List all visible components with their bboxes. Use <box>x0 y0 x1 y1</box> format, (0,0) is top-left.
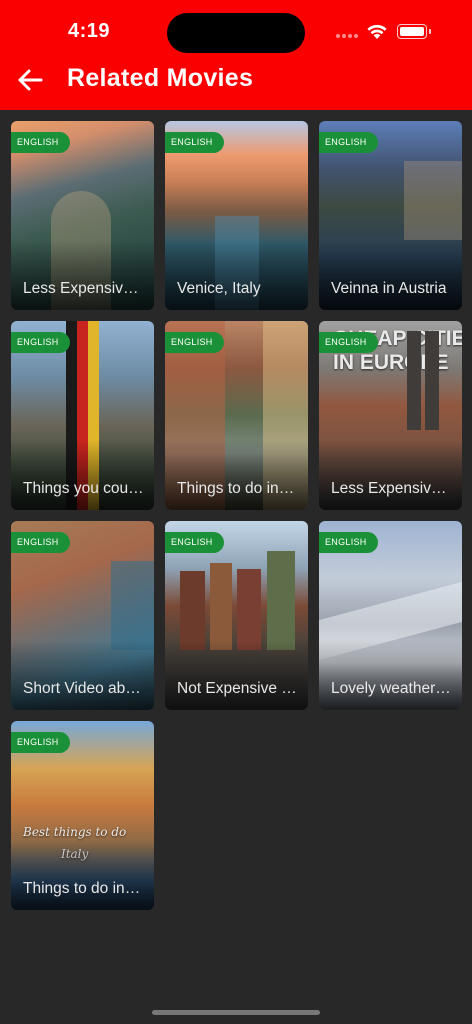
wifi-icon <box>367 24 387 39</box>
movie-title: Less Expensive cities in Europe <box>331 480 452 497</box>
movie-card[interactable]: ENGLISH Short Video about Europe <box>11 521 154 710</box>
movie-card[interactable]: ENGLISH Venice, Italy <box>165 121 308 310</box>
movie-card[interactable]: Best things to do Italy ENGLISH Things t… <box>11 721 154 910</box>
movie-card[interactable]: ENGLISH Things you could do in Germany <box>11 321 154 510</box>
language-badge: ENGLISH <box>165 332 224 353</box>
movie-title: Lovely weather in Europe <box>331 680 452 697</box>
language-badge: ENGLISH <box>11 332 70 353</box>
cellular-signal-icon <box>336 34 358 38</box>
language-badge: ENGLISH <box>11 132 70 153</box>
movie-title: Things you could do in Germany <box>23 480 144 497</box>
language-badge: ENGLISH <box>319 132 378 153</box>
language-badge: ENGLISH <box>11 732 70 753</box>
movie-title: Veinna in Austria <box>331 280 447 297</box>
page-title: Related Movies <box>67 64 254 92</box>
back-button[interactable] <box>14 64 46 96</box>
movie-card[interactable]: ENGLISH Not Expensive places <box>165 521 308 710</box>
movie-card[interactable]: CHEAP CITIES IN EUROPE ENGLISH Less Expe… <box>319 321 462 510</box>
movie-title: Things to do in Italy <box>23 880 144 897</box>
movie-title: Not Expensive places <box>177 680 298 697</box>
arrow-left-icon <box>18 69 43 91</box>
movie-grid: ENGLISH Less Expensive places to visit E… <box>11 121 462 910</box>
status-time: 4:19 <box>68 20 111 42</box>
home-indicator <box>152 1010 320 1015</box>
language-badge: ENGLISH <box>11 532 70 553</box>
movie-title: Short Video about Europe <box>23 680 144 697</box>
app-header: 4:19 Related Movies <box>0 0 472 110</box>
language-badge: ENGLISH <box>165 532 224 553</box>
movie-title: Venice, Italy <box>177 280 261 297</box>
movie-card[interactable]: ENGLISH Less Expensive places to visit <box>11 121 154 310</box>
battery-icon <box>397 24 431 39</box>
language-badge: ENGLISH <box>165 132 224 153</box>
language-badge: ENGLISH <box>319 532 378 553</box>
movie-card[interactable]: ENGLISH Lovely weather in Europe <box>319 521 462 710</box>
movie-card[interactable]: ENGLISH Veinna in Austria <box>319 121 462 310</box>
movie-title: Things to do in Italy <box>177 480 298 497</box>
dynamic-island <box>167 13 305 53</box>
movie-title: Less Expensive places to visit <box>23 280 144 297</box>
movie-card[interactable]: ENGLISH Things to do in Italy <box>165 321 308 510</box>
language-badge: ENGLISH <box>319 332 378 353</box>
